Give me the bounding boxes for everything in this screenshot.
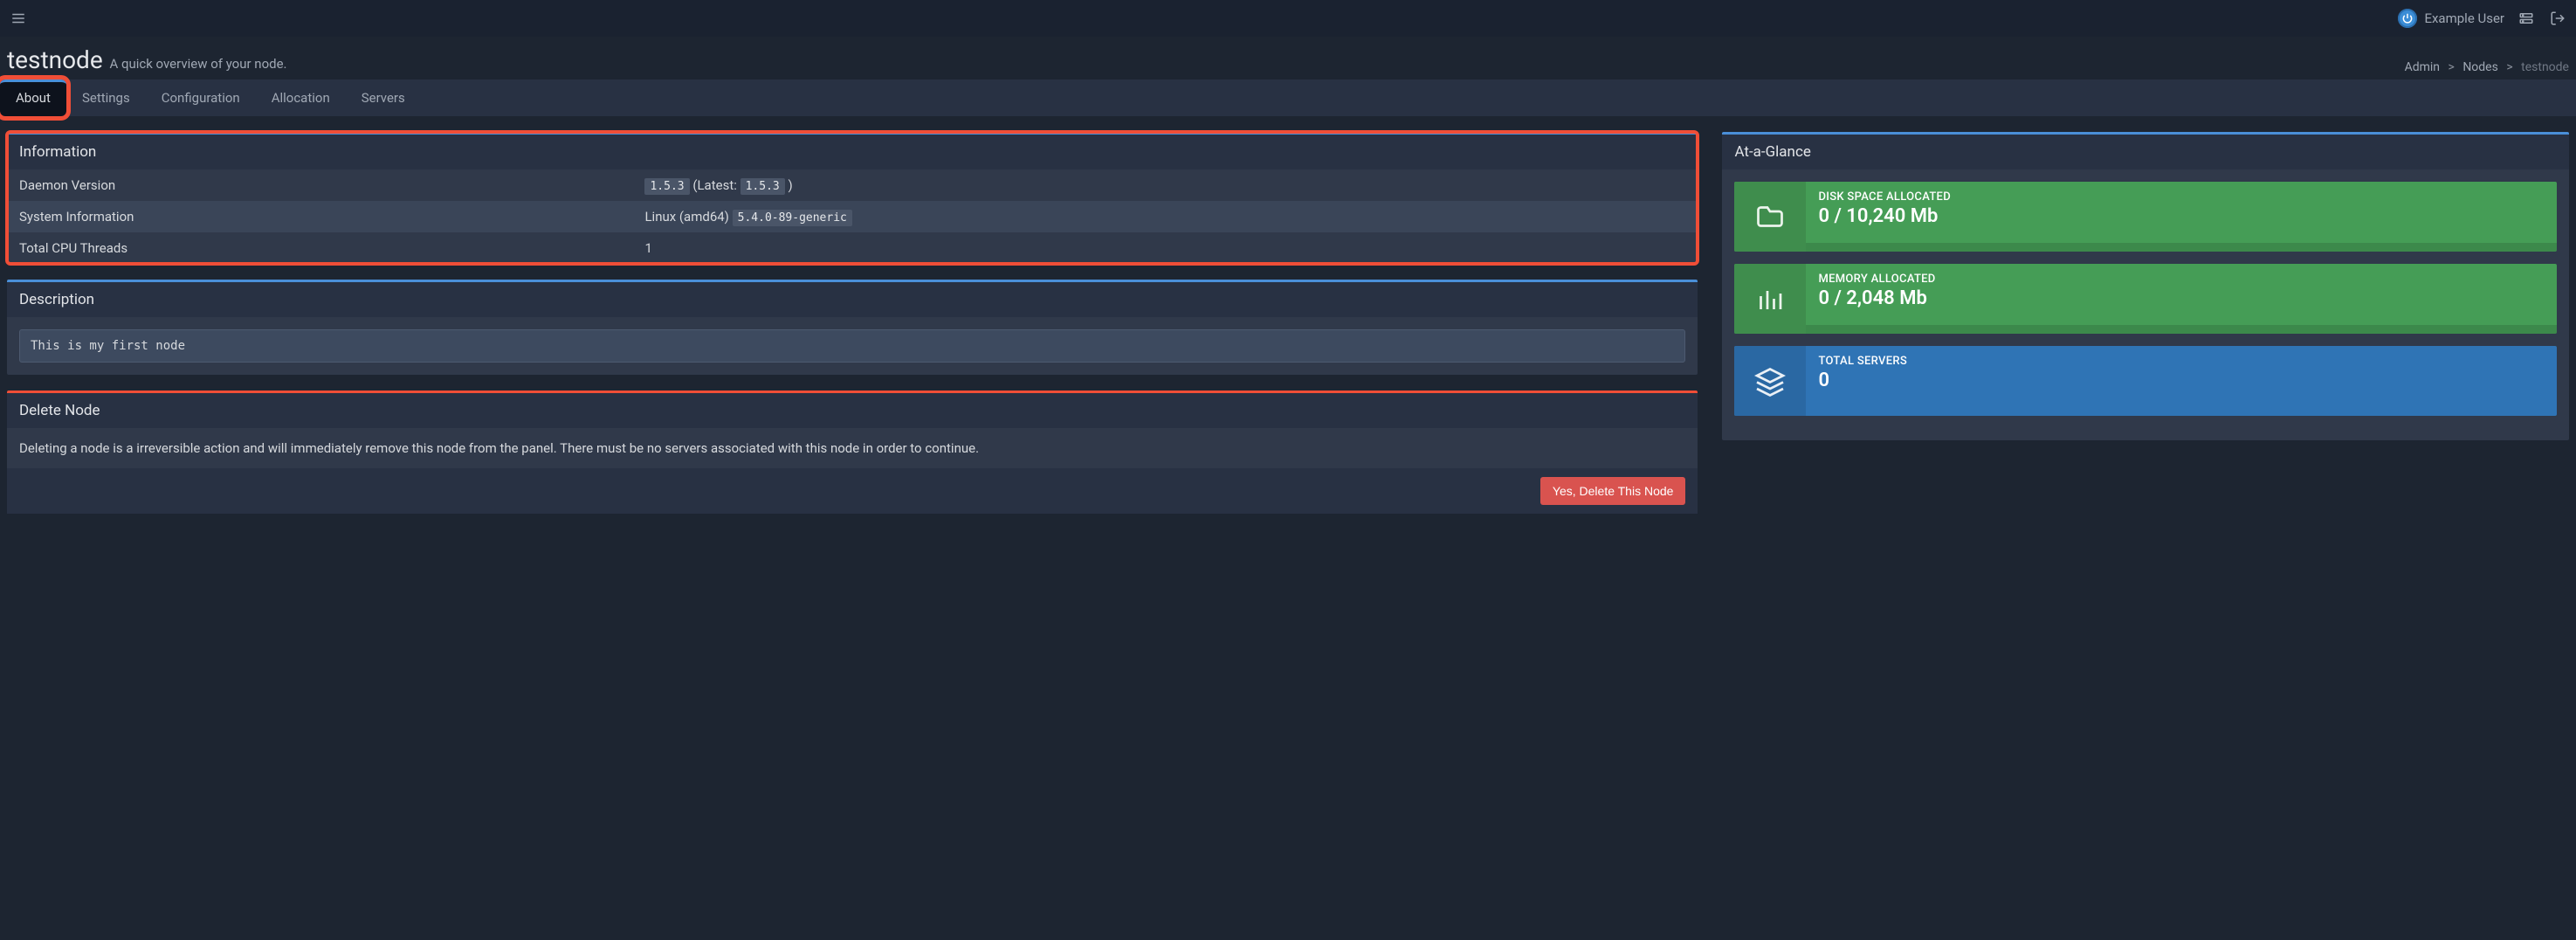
breadcrumb-nodes[interactable]: Nodes	[2462, 60, 2498, 74]
stat-label: MEMORY ALLOCATED	[1818, 273, 2545, 286]
user-menu[interactable]: Example User	[2398, 9, 2504, 28]
stat-value: 0 / 2,048 Mb	[1818, 287, 2545, 309]
description-text: This is my first node	[19, 329, 1685, 363]
panel-information-title: Information	[7, 135, 1698, 169]
stat-label: DISK SPACE ALLOCATED	[1818, 190, 2545, 204]
page-header: testnode A quick overview of your node. …	[0, 37, 2576, 79]
panel-at-a-glance: At-a-Glance DISK SPACE ALLOCATED 0 / 10,…	[1722, 132, 2569, 440]
stat-value: 0 / 10,240 Mb	[1818, 205, 2545, 227]
hamburger-icon[interactable]	[9, 9, 28, 28]
panel-description: Description This is my first node	[7, 280, 1698, 375]
panel-delete-title: Delete Node	[7, 393, 1698, 428]
row-value: 1	[632, 232, 1698, 264]
bar-chart-icon	[1734, 264, 1806, 334]
panel-glance-title: At-a-Glance	[1722, 135, 2569, 169]
row-label: Total CPU Threads	[7, 232, 632, 264]
daemon-version-code: 1.5.3	[644, 178, 689, 195]
stat-card-servers: TOTAL SERVERS 0	[1734, 346, 2557, 416]
panel-description-title: Description	[7, 282, 1698, 317]
row-value: Linux (amd64) 5.4.0-89-generic	[632, 201, 1698, 232]
stat-card-memory: MEMORY ALLOCATED 0 / 2,048 Mb	[1734, 264, 2557, 334]
user-name: Example User	[2424, 10, 2504, 26]
tab-allocation[interactable]: Allocation	[256, 79, 346, 116]
row-label: Daemon Version	[7, 169, 632, 201]
panel-information: Information Daemon Version 1.5.3 (Latest…	[7, 132, 1698, 264]
delete-warning-text: Deleting a node is a irreversible action…	[7, 428, 1698, 468]
page-title: testnode	[7, 45, 103, 74]
row-label: System Information	[7, 201, 632, 232]
folder-icon	[1734, 182, 1806, 252]
delete-node-button[interactable]: Yes, Delete This Node	[1540, 477, 1686, 505]
top-navbar: Example User	[0, 0, 2576, 37]
table-row: System Information Linux (amd64) 5.4.0-8…	[7, 201, 1698, 232]
server-list-icon[interactable]	[2517, 9, 2536, 28]
breadcrumb-admin[interactable]: Admin	[2405, 60, 2440, 74]
logout-icon[interactable]	[2548, 9, 2567, 28]
table-row: Daemon Version 1.5.3 (Latest: 1.5.3 )	[7, 169, 1698, 201]
breadcrumb-current: testnode	[2521, 60, 2569, 74]
stat-progress-bar	[1806, 325, 2557, 334]
stat-value: 0	[1818, 370, 2545, 391]
stat-progress-bar	[1806, 243, 2557, 252]
kernel-code: 5.4.0-89-generic	[733, 210, 852, 226]
table-row: Total CPU Threads 1	[7, 232, 1698, 264]
tab-bar: About Settings Configuration Allocation …	[0, 79, 2576, 116]
tab-about[interactable]: About	[0, 79, 66, 116]
stat-label: TOTAL SERVERS	[1818, 355, 2545, 368]
breadcrumb: Admin > Nodes > testnode	[2405, 60, 2569, 74]
layers-icon	[1734, 346, 1806, 416]
power-icon	[2398, 9, 2417, 28]
tab-servers[interactable]: Servers	[346, 79, 421, 116]
panel-delete-node: Delete Node Deleting a node is a irrever…	[7, 391, 1698, 514]
stat-card-disk: DISK SPACE ALLOCATED 0 / 10,240 Mb	[1734, 182, 2557, 252]
information-table: Daemon Version 1.5.3 (Latest: 1.5.3 ) Sy…	[7, 169, 1698, 264]
tab-configuration[interactable]: Configuration	[146, 79, 256, 116]
tab-settings[interactable]: Settings	[66, 79, 146, 116]
daemon-latest-code: 1.5.3	[740, 178, 785, 195]
page-subtitle: A quick overview of your node.	[109, 56, 286, 72]
row-value: 1.5.3 (Latest: 1.5.3 )	[632, 169, 1698, 201]
